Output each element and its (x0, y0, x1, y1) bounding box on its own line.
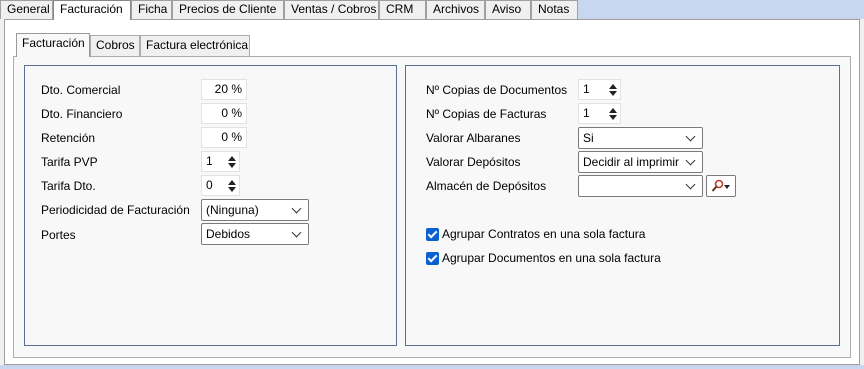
tab-ficha[interactable]: Ficha (131, 0, 172, 19)
spin-arrows-icon[interactable] (605, 80, 620, 99)
spin-arrows-icon[interactable] (224, 176, 239, 195)
chevron-down-icon (291, 203, 302, 214)
periodicidad-select[interactable]: (Ninguna) (201, 199, 309, 221)
periodicidad-value: (Ninguna) (206, 203, 259, 217)
tab-facturacion[interactable]: Facturación (53, 0, 131, 20)
subtab-facturacion[interactable]: Facturación (16, 33, 90, 57)
agrupar-contratos-checkbox[interactable] (426, 228, 439, 241)
copias-documentos-value: 1 (583, 82, 590, 96)
tab-crm[interactable]: CRM (379, 0, 426, 19)
chevron-down-icon (685, 155, 696, 166)
tab-archivos[interactable]: Archivos (426, 0, 485, 19)
chevron-down-icon (685, 131, 696, 142)
copias-facturas-label: Nº Copias de Facturas (426, 107, 547, 121)
copias-facturas-value: 1 (583, 106, 590, 120)
tab-notas[interactable]: Notas (531, 0, 578, 19)
portes-value: Debidos (206, 227, 251, 241)
dto-financiero-field[interactable]: 0 % (201, 103, 247, 124)
agrupar-documentos-label[interactable]: Agrupar Documentos en una sola factura (442, 249, 661, 267)
tab-precios-de-cliente[interactable]: Precios de Cliente (172, 0, 284, 19)
dto-comercial-label: Dto. Comercial (41, 83, 121, 97)
chevron-down-icon (291, 227, 302, 238)
chevron-down-icon (685, 179, 696, 190)
almacen-lookup-button[interactable] (706, 175, 736, 197)
agrupar-documentos-checkbox[interactable] (426, 252, 439, 265)
tab-general[interactable]: General (0, 0, 53, 19)
subtab-cobros[interactable]: Cobros (90, 35, 140, 56)
dropdown-arrow-icon (724, 185, 730, 189)
subtab-factura-electronica[interactable]: Factura electrónica (140, 35, 250, 56)
almacen-depositos-select[interactable] (578, 175, 703, 197)
copias-facturas-spinner[interactable]: 1 (578, 103, 621, 124)
tab-aviso[interactable]: Aviso (485, 0, 531, 19)
tarifa-dto-label: Tarifa Dto. (41, 179, 96, 193)
copias-documentos-label: Nº Copias de Documentos (426, 83, 568, 97)
magnifier-icon (711, 179, 724, 192)
tarifa-dto-spinner[interactable]: 0 (201, 175, 240, 196)
dto-financiero-label: Dto. Financiero (41, 107, 123, 121)
tarifa-dto-value: 0 (206, 178, 213, 192)
agrupar-contratos-label[interactable]: Agrupar Contratos en una sola factura (442, 225, 645, 243)
tarifa-pvp-value: 1 (206, 154, 213, 168)
almacen-depositos-label: Almacén de Depósitos (426, 179, 547, 193)
valorar-depositos-select[interactable]: Decidir al imprimir (578, 151, 703, 173)
spin-arrows-icon[interactable] (605, 104, 620, 123)
valorar-depositos-value: Decidir al imprimir (583, 155, 680, 169)
tarifa-pvp-spinner[interactable]: 1 (201, 151, 240, 172)
main-tab-strip: General Facturación Ficha Precios de Cli… (0, 0, 864, 20)
spin-arrows-icon[interactable] (224, 152, 239, 171)
copias-documentos-spinner[interactable]: 1 (578, 79, 621, 100)
valorar-albaranes-value: Si (583, 131, 594, 145)
valorar-albaranes-select[interactable]: Si (578, 127, 703, 149)
portes-select[interactable]: Debidos (201, 223, 309, 245)
retencion-field[interactable]: 0 % (201, 127, 247, 148)
retencion-label: Retención (41, 131, 96, 145)
bottom-strip (0, 365, 864, 369)
tab-ventas-cobros[interactable]: Ventas / Cobros (284, 0, 379, 19)
periodicidad-label: Periodicidad de Facturación (41, 203, 190, 217)
valorar-depositos-label: Valorar Depósitos (426, 155, 521, 169)
tarifa-pvp-label: Tarifa PVP (41, 155, 98, 169)
valorar-albaranes-label: Valorar Albaranes (426, 131, 521, 145)
portes-label: Portes (41, 228, 76, 242)
dto-comercial-field[interactable]: 20 % (201, 79, 247, 100)
